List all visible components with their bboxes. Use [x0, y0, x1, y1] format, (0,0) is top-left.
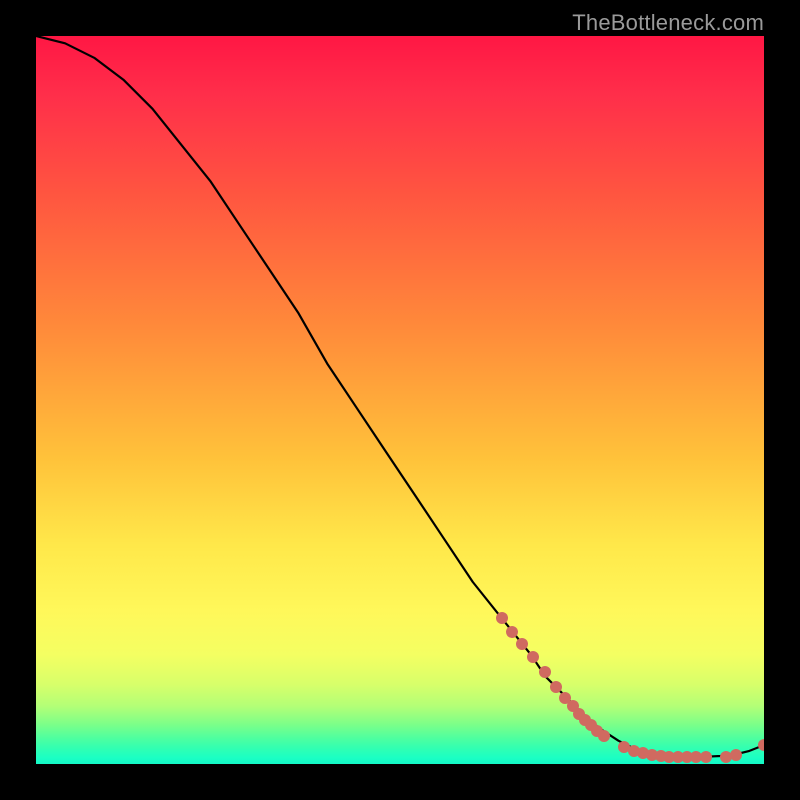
- gradient-background: [36, 36, 764, 764]
- watermark-text: TheBottleneck.com: [572, 10, 764, 36]
- chart-frame: TheBottleneck.com: [0, 0, 800, 800]
- plot-area: [36, 36, 764, 764]
